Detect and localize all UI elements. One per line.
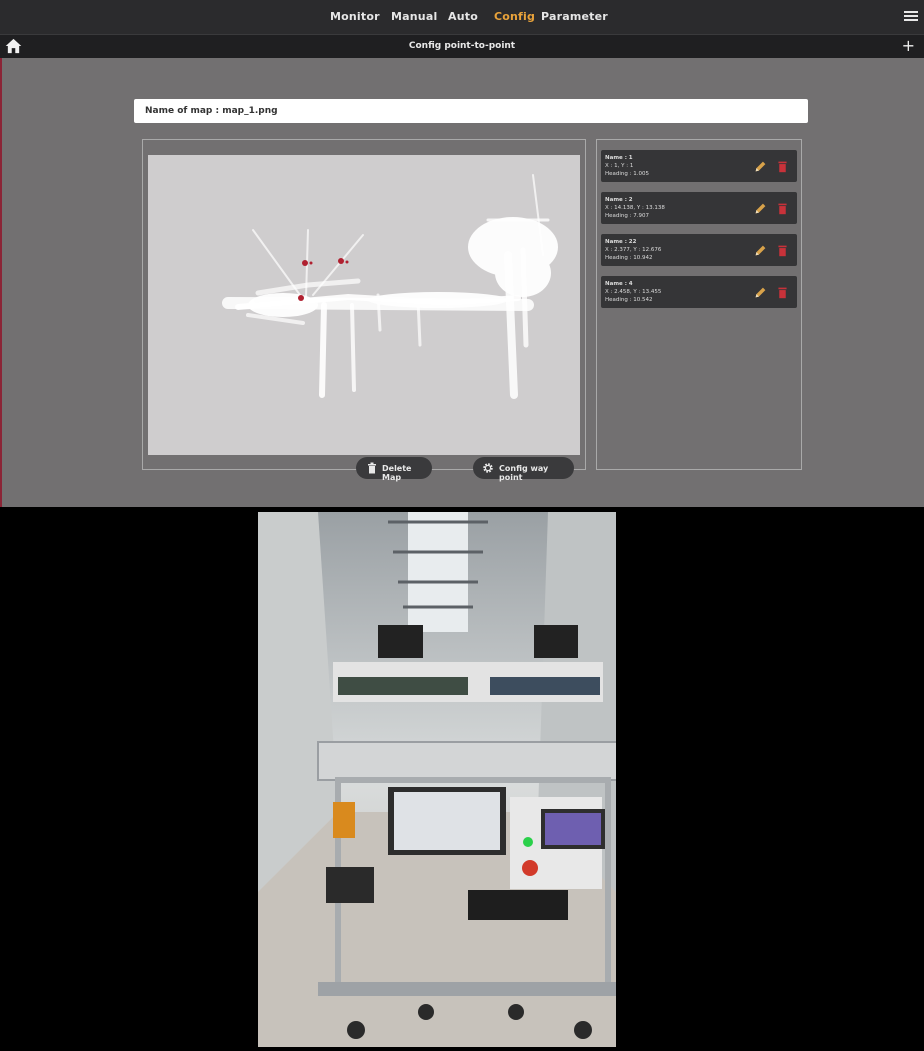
pencil-icon[interactable] [754, 160, 767, 173]
waypoint-heading: Heading : 7.907 [605, 213, 649, 219]
accent-strip [0, 58, 2, 507]
hamburger-menu-icon[interactable] [904, 11, 918, 22]
trash-icon [368, 462, 376, 474]
nav-monitor[interactable]: Monitor [330, 10, 380, 23]
nav-auto[interactable]: Auto [448, 10, 478, 23]
pencil-icon[interactable] [754, 244, 767, 257]
waypoint-coordinates: X : 1, Y : 1 [605, 163, 634, 169]
gear-icon [483, 463, 493, 473]
pencil-icon[interactable] [754, 286, 767, 299]
waypoint-card[interactable]: Name : 2 X : 14.138, Y : 13.138 Heading … [601, 192, 797, 224]
camera-feed [258, 512, 619, 1047]
occupancy-map-image [222, 174, 558, 399]
nav-manual[interactable]: Manual [391, 10, 437, 23]
config-way-point-label: Config way point [499, 464, 549, 482]
pencil-icon[interactable] [754, 202, 767, 215]
waypoint-heading: Heading : 1.005 [605, 171, 649, 177]
nav-config[interactable]: Config [494, 10, 535, 23]
waypoint-name: Name : 1 [605, 155, 633, 161]
trash-icon[interactable] [776, 160, 789, 173]
map-canvas[interactable] [148, 155, 580, 455]
delete-map-button[interactable]: Delete Map [356, 457, 432, 482]
waypoint-coordinates: X : 2.377, Y : 12.676 [605, 247, 662, 253]
waypoint-name: Name : 2 [605, 197, 633, 203]
waypoint-coordinates: X : 2.458, Y : 13.455 [605, 289, 662, 295]
config-way-point-button[interactable]: Config way point [473, 457, 574, 482]
plus-icon[interactable]: + [902, 36, 915, 55]
waypoint-card[interactable]: Name : 4 X : 2.458, Y : 13.455 Heading :… [601, 276, 797, 308]
nav-parameter[interactable]: Parameter [541, 10, 608, 23]
sub-header: Config point-to-point + [0, 34, 924, 59]
trash-icon[interactable] [776, 286, 789, 299]
waypoint-name: Name : 4 [605, 281, 633, 287]
waypoint-name: Name : 22 [605, 239, 637, 245]
waypoint-card[interactable]: Name : 22 X : 2.377, Y : 12.676 Heading … [601, 234, 797, 266]
waypoint-heading: Heading : 10.942 [605, 255, 653, 261]
map-name-label: Name of map : map_1.png [145, 106, 278, 116]
map-name-bar: Name of map : map_1.png [134, 99, 808, 123]
waypoint-card[interactable]: Name : 1 X : 1, Y : 1 Heading : 1.005 [601, 150, 797, 182]
waypoint-heading: Heading : 10.542 [605, 297, 653, 303]
top-nav: Monitor Manual Auto Config Parameter [0, 0, 924, 34]
trash-icon[interactable] [776, 202, 789, 215]
robot-cart-photo [258, 512, 619, 1047]
trash-icon[interactable] [776, 244, 789, 257]
delete-map-label: Delete Map [382, 464, 412, 482]
waypoint-coordinates: X : 14.138, Y : 13.138 [605, 205, 665, 211]
page-title: Config point-to-point [408, 41, 516, 51]
